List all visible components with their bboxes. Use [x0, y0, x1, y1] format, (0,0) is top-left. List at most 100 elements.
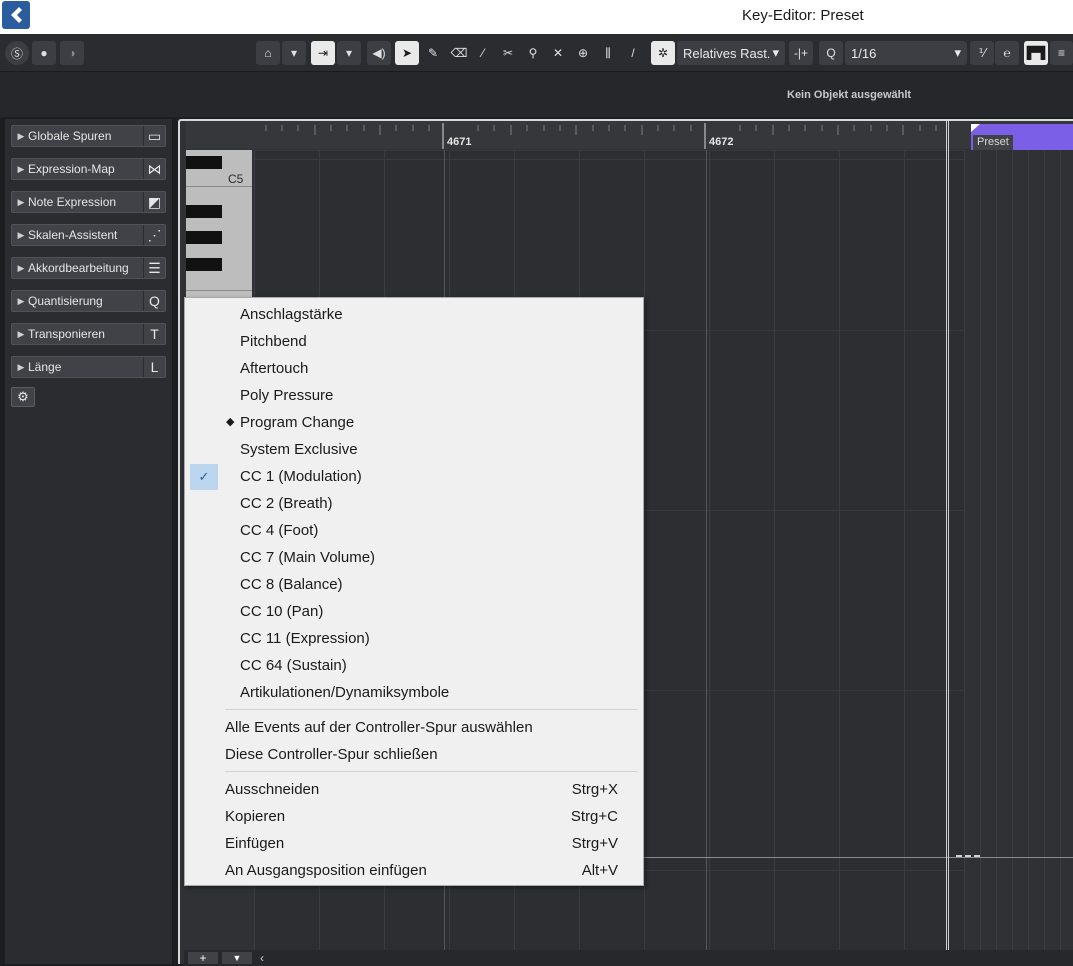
section-expression-map[interactable]: ▶ Expression-Map ⋈ — [11, 158, 166, 180]
scroll-left-icon[interactable]: ‹ — [260, 951, 264, 965]
menu-item-select-all-events[interactable]: Alle Events auf der Controller-Spur ausw… — [185, 715, 643, 741]
draw-tool-icon[interactable]: ✎ — [421, 41, 445, 65]
checkmark-icon: ✓ — [190, 464, 218, 490]
menu-item-label: Einfügen — [225, 835, 285, 852]
menu-item-close-lane[interactable]: Diese Controller-Spur schließen — [185, 742, 643, 768]
black-key[interactable] — [186, 205, 222, 218]
acoustic-feedback-icon[interactable]: ◑ — [60, 41, 84, 65]
section-note-expression[interactable]: ▶ Note Expression ◩ — [11, 191, 166, 213]
toolbar: Ⓢ ● ◑ ⌂ ▾ ⇥ ▾ ◀) ➤ ✎ ⌫ ⁄ ✂ ⚲ ✕ ⊕ ⫼ / ✲ R… — [0, 34, 1073, 72]
drumstick-tool-icon[interactable]: / — [621, 41, 645, 65]
menu-item-label: Anschlagstärke — [240, 306, 343, 323]
menu-item-paste-at-origin[interactable]: An Ausgangsposition einfügen Alt+V — [185, 858, 643, 884]
settings-menu-icon[interactable]: ≡ — [1050, 41, 1073, 65]
line-tool-icon[interactable]: ⫼ — [596, 41, 620, 65]
autoscroll-dropdown-icon[interactable]: ▾ — [282, 41, 306, 65]
autoscroll-icon[interactable]: ⌂ — [256, 41, 280, 65]
menu-item[interactable]: CC 2 (Breath) — [185, 491, 643, 517]
menu-item-paste[interactable]: Einfügen Strg+V — [185, 831, 643, 857]
gear-icon[interactable]: ⚙ — [11, 387, 35, 407]
glue-tool-icon[interactable]: ⚲ — [521, 41, 545, 65]
key-divider — [186, 290, 252, 291]
transpose-icon: T — [143, 324, 165, 344]
black-key[interactable] — [186, 231, 222, 244]
menu-item[interactable]: CC 64 (Sustain) — [185, 653, 643, 679]
menu-item-label: CC 1 (Modulation) — [240, 468, 362, 485]
note-expression-icon: ◩ — [143, 192, 165, 212]
solo-editor-icon[interactable]: Ⓢ — [5, 41, 29, 65]
part-editing-icon[interactable]: ⇥ — [311, 41, 335, 65]
quantize-icon: Q — [143, 291, 165, 311]
split-tool-icon[interactable]: ✂ — [496, 41, 520, 65]
length-icon: L — [143, 357, 165, 377]
snap-icon[interactable]: ✲ — [651, 41, 675, 65]
section-transponieren[interactable]: ▶ Transponieren T — [11, 323, 166, 345]
trim-tool-icon[interactable]: ⁄ — [471, 41, 495, 65]
menu-item[interactable]: CC 10 (Pan) — [185, 599, 643, 625]
menu-item-shortcut: Strg+V — [571, 835, 618, 852]
grid-type-select[interactable]: Relatives Rast. ▾ — [677, 41, 785, 65]
controller-lane-presets-button[interactable]: ▼ — [222, 952, 252, 964]
menu-item-cc1[interactable]: ✓ CC 1 (Modulation) — [185, 464, 643, 490]
menu-item[interactable]: Aftertouch — [185, 356, 643, 382]
mute-tool-icon[interactable]: ✕ — [546, 41, 570, 65]
object-selection-tool-icon[interactable]: ➤ — [395, 41, 419, 65]
project-cursor[interactable] — [946, 121, 949, 950]
menu-item-copy[interactable]: Kopieren Strg+C — [185, 804, 643, 830]
section-label: Note Expression — [28, 195, 117, 209]
menu-item[interactable]: Anschlagstärke — [185, 302, 643, 328]
menu-item-label: CC 2 (Breath) — [240, 495, 333, 512]
record-icon[interactable]: ● — [32, 41, 56, 65]
expression-map-icon: ⋈ — [143, 159, 165, 179]
part-event[interactable]: Preset — [971, 124, 1073, 150]
menu-item[interactable]: CC 8 (Balance) — [185, 572, 643, 598]
menu-item[interactable]: Poly Pressure — [185, 383, 643, 409]
snap-to-zero-crossing-icon[interactable]: -|+ — [789, 41, 813, 65]
chevron-down-icon: ▾ — [954, 45, 961, 60]
c5-key-label: C5 — [228, 172, 244, 186]
section-skalen-assistent[interactable]: ▶ Skalen-Assistent ⋰ — [11, 224, 166, 246]
menu-item-label: CC 7 (Main Volume) — [240, 549, 376, 566]
scale-assistant-icon: ⋰ — [143, 225, 165, 245]
section-akkordbearbeitung[interactable]: ▶ Akkordbearbeitung ☰ — [11, 257, 166, 279]
menu-item-label: Aftertouch — [240, 360, 309, 377]
title-bar: Key-Editor: Preset — [0, 0, 1073, 34]
menu-item-cut[interactable]: Ausschneiden Strg+X — [185, 777, 643, 803]
controller-lane-divider[interactable] — [640, 857, 1073, 858]
menu-item-shortcut: Strg+C — [570, 808, 618, 825]
iterative-quantize-icon[interactable]: ⅟ — [970, 41, 994, 65]
window-layout-icon[interactable]: ▛▜ — [1024, 41, 1048, 65]
menu-item-label: Kopieren — [225, 808, 286, 825]
speaker-icon[interactable]: ◀) — [367, 41, 391, 65]
menu-item[interactable]: CC 4 (Foot) — [185, 518, 643, 544]
add-controller-lane-button[interactable]: + — [188, 952, 218, 964]
ruler[interactable]: 4671 4672 Preset — [186, 121, 1073, 150]
menu-item-program-change[interactable]: ◆ Program Change — [185, 410, 643, 436]
erase-tool-icon[interactable]: ⌫ — [447, 41, 471, 65]
grid-row-line — [254, 159, 964, 160]
triangle-right-icon: ▶ — [17, 295, 25, 306]
black-key[interactable] — [186, 258, 222, 271]
triangle-right-icon: ▶ — [17, 328, 25, 339]
quantize-preset-select[interactable]: 1/16 ▾ — [845, 41, 967, 65]
quantize-apply-icon[interactable]: ℮ — [995, 41, 1019, 65]
quantize-icon[interactable]: Q — [819, 41, 843, 65]
menu-item[interactable]: CC 7 (Main Volume) — [185, 545, 643, 571]
menu-item[interactable]: System Exclusive — [185, 437, 643, 463]
menu-item[interactable]: CC 11 (Expression) — [185, 626, 643, 652]
zoom-tool-icon[interactable]: ⊕ — [571, 41, 595, 65]
section-globale-spuren[interactable]: ▶ Globale Spuren ▭ — [11, 125, 166, 147]
menu-item[interactable]: Artikulationen/Dynamiksymbole — [185, 680, 643, 706]
triangle-right-icon: ▶ — [17, 196, 25, 207]
menu-item[interactable]: Pitchbend — [185, 329, 643, 355]
black-key[interactable] — [186, 156, 222, 169]
menu-item-label: CC 10 (Pan) — [240, 603, 324, 620]
quantize-label: Q — [826, 46, 836, 60]
menu-item-label: CC 4 (Foot) — [240, 522, 319, 539]
menu-item-label: Program Change — [240, 414, 355, 431]
section-quantisierung[interactable]: ▶ Quantisierung Q — [11, 290, 166, 312]
part-dropdown-icon[interactable]: ▾ — [337, 41, 361, 65]
chevron-down-icon: ▾ — [772, 45, 779, 60]
section-laenge[interactable]: ▶ Länge L — [11, 356, 166, 378]
divider-handle[interactable] — [956, 855, 980, 859]
